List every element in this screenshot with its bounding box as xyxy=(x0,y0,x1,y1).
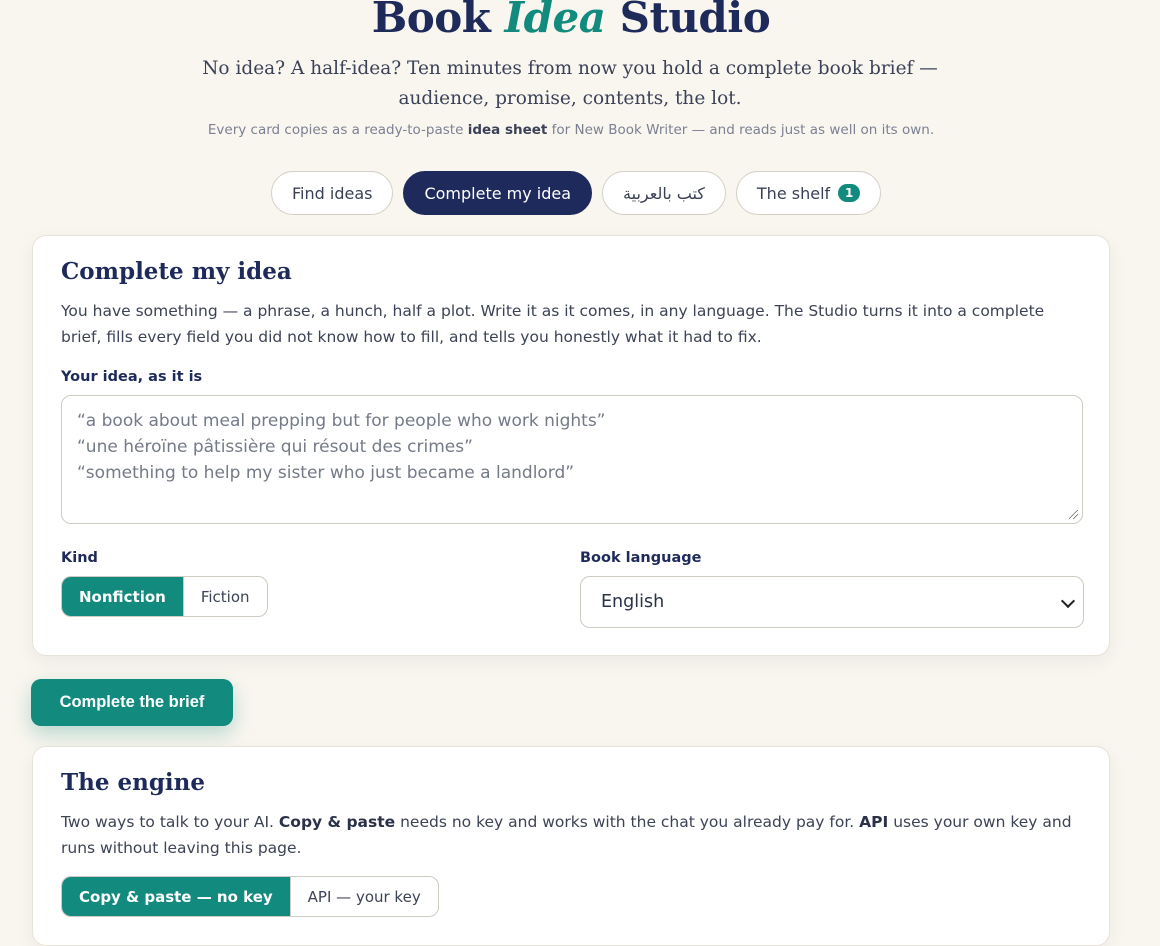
chevron-down-icon xyxy=(1060,593,1076,609)
tab-arabic-books[interactable]: كتب بالعربية xyxy=(602,171,726,215)
subnote-bold: idea sheet xyxy=(467,122,548,138)
tab-complete-my-idea[interactable]: Complete my idea xyxy=(403,171,593,215)
complete-idea-card: Complete my idea You have something — a … xyxy=(32,235,1110,656)
engine-desc-bold-1: Copy & paste xyxy=(278,813,396,831)
tab-bar: Find ideas Complete my idea كتب بالعربية… xyxy=(271,171,882,215)
engine-api-button[interactable]: API — your key xyxy=(289,877,438,916)
engine-heading: The engine xyxy=(61,769,206,796)
complete-idea-description: You have something — a phrase, a hunch, … xyxy=(61,302,1045,346)
engine-description: Two ways to talk to your AI. Copy & past… xyxy=(61,809,1081,861)
kind-nonfiction-button[interactable]: Nonfiction xyxy=(62,577,183,616)
app-title: Book Idea Studio xyxy=(0,0,1142,50)
kind-label: Kind xyxy=(61,550,98,566)
tab-find-ideas[interactable]: Find ideas xyxy=(271,171,394,215)
tagline: No idea? A half-idea? Ten minutes from n… xyxy=(202,58,938,109)
tab-arabic-books-label: كتب بالعربية xyxy=(623,183,705,203)
engine-card: The engine Two ways to talk to your AI. … xyxy=(32,746,1110,946)
book-language-value: English xyxy=(601,592,665,612)
engine-mode-toggle: Copy & paste — no key API — your key xyxy=(61,876,439,917)
subnote: Every card copies as a ready-to-paste id… xyxy=(0,122,1142,138)
idea-textarea[interactable]: “a book about meal prepping but for peop… xyxy=(61,395,1083,524)
engine-desc-text-1: Two ways to talk to your AI. xyxy=(61,813,279,831)
resize-grip-icon xyxy=(1069,510,1078,519)
subnote-text-1: Every card copies as a ready-to-paste xyxy=(207,122,468,138)
title-book: Book xyxy=(371,0,505,42)
idea-field-label: Your idea, as it is xyxy=(61,369,203,385)
shelf-count-badge: 1 xyxy=(838,184,861,202)
tab-find-ideas-label: Find ideas xyxy=(292,183,373,203)
subnote-text-2: for New Book Writer — and reads just as … xyxy=(547,122,935,138)
kind-toggle: Nonfiction Fiction xyxy=(61,576,268,617)
kind-fiction-button[interactable]: Fiction xyxy=(182,577,267,616)
engine-desc-text-2: needs no key and works with the chat you… xyxy=(395,813,860,831)
complete-idea-heading: Complete my idea xyxy=(61,258,292,285)
tab-complete-my-idea-label: Complete my idea xyxy=(424,183,572,203)
title-idea: Idea xyxy=(504,0,606,42)
tab-the-shelf-label: The shelf xyxy=(756,183,831,203)
engine-copy-paste-button[interactable]: Copy & paste — no key xyxy=(62,877,290,916)
title-studio: Studio xyxy=(605,0,771,42)
complete-brief-button[interactable]: Complete the brief xyxy=(31,679,233,726)
book-language-label: Book language xyxy=(580,550,702,566)
book-language-select[interactable]: English xyxy=(580,576,1084,628)
engine-desc-bold-2: API xyxy=(859,813,889,831)
tab-the-shelf[interactable]: The shelf 1 xyxy=(735,171,882,215)
textarea-resize-handle[interactable] xyxy=(1069,510,1081,522)
